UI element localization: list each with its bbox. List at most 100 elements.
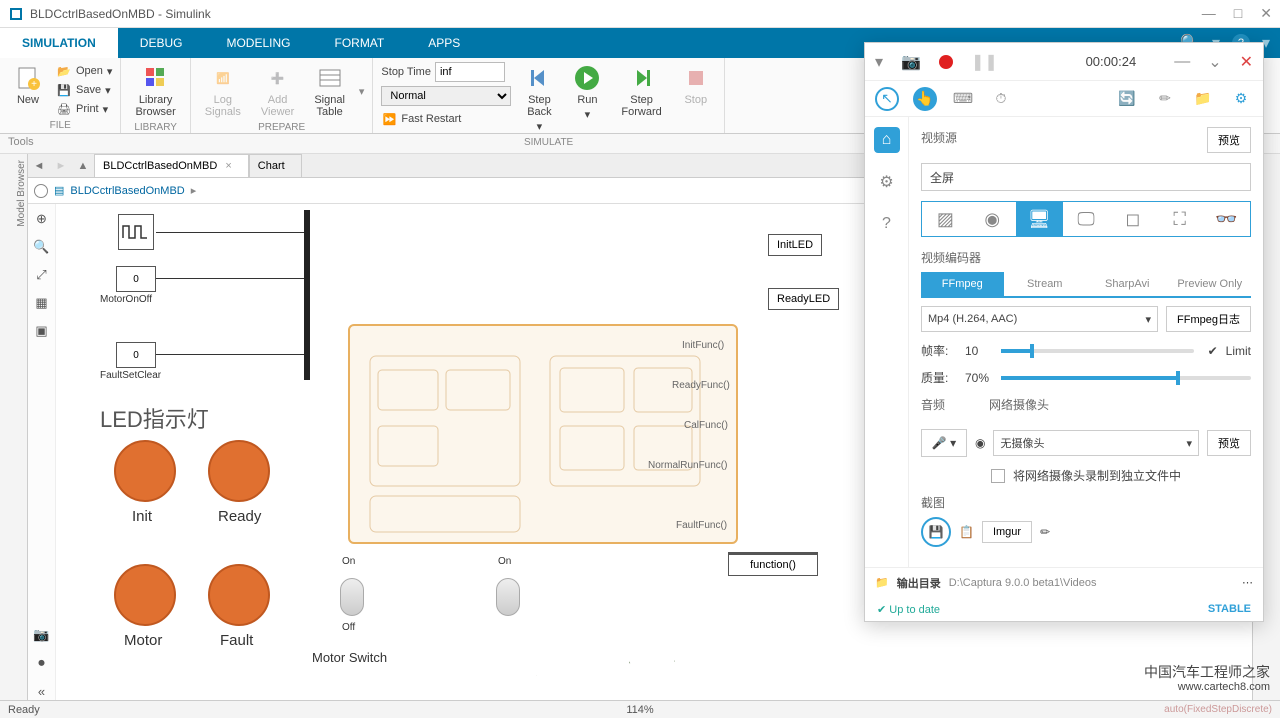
new-button[interactable]: + New <box>8 62 48 108</box>
motor-switch[interactable] <box>340 578 364 616</box>
mic-button[interactable]: 🎤 ▾ <box>921 429 967 457</box>
fit-icon[interactable]: ⤢ <box>33 266 51 284</box>
edit-icon[interactable]: ✏ <box>1040 525 1050 539</box>
enc-tab-stream[interactable]: Stream <box>1004 272 1087 296</box>
zoom-level[interactable]: 114% <box>626 704 653 716</box>
fps-slider[interactable] <box>1001 349 1194 353</box>
cursor-icon[interactable]: ↖ <box>875 87 899 111</box>
rec-nav-help-icon[interactable]: ? <box>874 211 900 237</box>
save-button[interactable]: 💾Save ▾ <box>56 81 112 99</box>
breadcrumb-text[interactable]: BLDCctrlBasedOnMBD <box>70 185 184 197</box>
tab-debug[interactable]: DEBUG <box>118 28 205 58</box>
rec-minimize-icon[interactable]: — <box>1174 53 1190 71</box>
tab-format[interactable]: FORMAT <box>312 28 406 58</box>
enc-tab-ffmpeg[interactable]: FFmpeg <box>921 272 1004 296</box>
step-forward-button[interactable]: Step Forward <box>615 62 667 120</box>
output-folder-icon[interactable]: 📁 <box>875 576 889 589</box>
enc-tab-preview[interactable]: Preview Only <box>1169 272 1252 296</box>
motoronoff-const-block[interactable]: 0 <box>116 266 156 292</box>
ffmpeg-log-button[interactable]: FFmpeg日志 <box>1166 306 1251 332</box>
webcam-select[interactable]: 无摄像头▾ <box>993 430 1199 456</box>
run-button[interactable]: Run ▾ <box>567 62 607 123</box>
doc-tab-1[interactable]: BLDCctrlBasedOnMBD× <box>94 154 249 177</box>
add-viewer-button[interactable]: ➕Add Viewer <box>255 62 300 120</box>
click-icon[interactable]: 👆 <box>913 87 937 111</box>
rec-screenshot-icon[interactable]: 📷 <box>901 52 921 72</box>
webcam-separate-checkbox[interactable] <box>991 469 1005 483</box>
tab-simulation[interactable]: SIMULATION <box>0 28 118 58</box>
output-more-icon[interactable]: ⋯ <box>1242 576 1253 589</box>
source-value[interactable]: 全屏 <box>921 163 1251 191</box>
maximize-button[interactable]: □ <box>1234 5 1242 22</box>
src-game-icon[interactable]: 👓 <box>1203 202 1250 236</box>
webcam-preview-button[interactable]: 预览 <box>1207 430 1251 456</box>
open-button[interactable]: 📂Open ▾ <box>56 62 112 80</box>
led-fault[interactable] <box>208 564 270 626</box>
readyled-outport[interactable]: ReadyLED <box>768 288 839 310</box>
imgur-button[interactable]: Imgur <box>982 521 1032 543</box>
mux-block[interactable] <box>304 210 310 380</box>
folder-icon[interactable]: 📁 <box>1191 87 1215 111</box>
zoom-in-icon[interactable]: 🔍 <box>33 238 51 256</box>
src-window-icon[interactable]: ◻ <box>1109 202 1156 236</box>
model-icon[interactable] <box>34 184 48 198</box>
src-none-icon[interactable]: ▨ <box>922 202 969 236</box>
limit-checkbox-label[interactable]: Limit <box>1226 344 1251 358</box>
function-block[interactable]: function() <box>728 552 818 576</box>
save-disk-icon[interactable]: 💾 <box>921 517 951 547</box>
preview-button[interactable]: 预览 <box>1207 127 1251 153</box>
stateflow-chart-block[interactable] <box>348 324 738 544</box>
src-webcam-icon[interactable]: ◉ <box>969 202 1016 236</box>
doc-tab-2[interactable]: Chart <box>249 154 302 177</box>
src-screen-icon[interactable]: 🖥 <box>1016 202 1063 236</box>
sim-mode-select[interactable]: Normal <box>381 86 511 106</box>
annotate-icon[interactable]: ▣ <box>33 322 51 340</box>
pencil-icon[interactable]: ✏ <box>1153 87 1177 111</box>
enc-tab-sharpavi[interactable]: SharpAvi <box>1086 272 1169 296</box>
timer-icon[interactable]: ⏱ <box>989 87 1013 111</box>
pause-button[interactable]: ❚❚ <box>971 52 998 72</box>
nav-back-button[interactable]: ◄ <box>28 160 50 172</box>
codec-select[interactable]: Mp4 (H.264, AAC)▾ <box>921 306 1158 332</box>
pulse-gen-block[interactable] <box>118 214 154 250</box>
minimize-button[interactable]: — <box>1202 5 1216 22</box>
display-icon[interactable]: ▦ <box>33 294 51 312</box>
nav-up-button[interactable]: ▲ <box>72 160 94 172</box>
stoptime-input[interactable] <box>435 62 505 82</box>
settings-icon[interactable]: ⚙ <box>1229 87 1253 111</box>
rec-nav-settings-icon[interactable]: ⚙ <box>874 169 900 195</box>
library-browser-button[interactable]: Library Browser <box>129 62 181 120</box>
fault-switch[interactable] <box>496 578 520 616</box>
tab-apps[interactable]: APPS <box>406 28 482 58</box>
rec-nav-home-icon[interactable]: ⌂ <box>874 127 900 153</box>
keyboard-icon[interactable]: ⌨ <box>951 87 975 111</box>
src-region-icon[interactable]: ⛶ <box>1156 202 1203 236</box>
fault-const-block[interactable]: 0 <box>116 342 156 368</box>
led-ready[interactable] <box>208 440 270 502</box>
screenshot-icon[interactable]: 📷 <box>33 626 51 644</box>
rec-collapse-icon[interactable]: ▾ <box>875 52 883 72</box>
clipboard-icon[interactable]: 📋 <box>959 525 974 539</box>
output-path-input[interactable] <box>949 577 1234 589</box>
rec-expand-icon[interactable]: ⌄ <box>1208 52 1221 72</box>
led-motor[interactable] <box>114 564 176 626</box>
expand-icon[interactable]: « <box>33 682 51 700</box>
zoom-fit-icon[interactable]: ⊕ <box>33 210 51 228</box>
record-button[interactable] <box>939 55 953 69</box>
quality-slider[interactable] <box>1001 376 1251 380</box>
rec-close-icon[interactable]: ✕ <box>1240 52 1253 72</box>
led-init[interactable] <box>114 440 176 502</box>
refresh-icon[interactable]: 🔄 <box>1115 87 1139 111</box>
fast-restart-button[interactable]: ⏩Fast Restart <box>381 110 511 128</box>
model-browser-rail[interactable]: Model Browser <box>0 154 28 700</box>
tab-modeling[interactable]: MODELING <box>204 28 312 58</box>
step-back-button[interactable]: Step Back ▾ <box>519 62 559 135</box>
signal-table-button[interactable]: Signal Table <box>308 62 351 120</box>
log-signals-button[interactable]: 📶Log Signals <box>199 62 247 120</box>
close-tab-icon[interactable]: × <box>225 160 231 172</box>
initled-outport[interactable]: InitLED <box>768 234 822 256</box>
stop-button[interactable]: Stop <box>676 62 716 108</box>
close-button[interactable]: ✕ <box>1260 5 1272 22</box>
print-button[interactable]: 🖨Print ▾ <box>56 100 112 118</box>
nav-fwd-button[interactable]: ► <box>50 160 72 172</box>
